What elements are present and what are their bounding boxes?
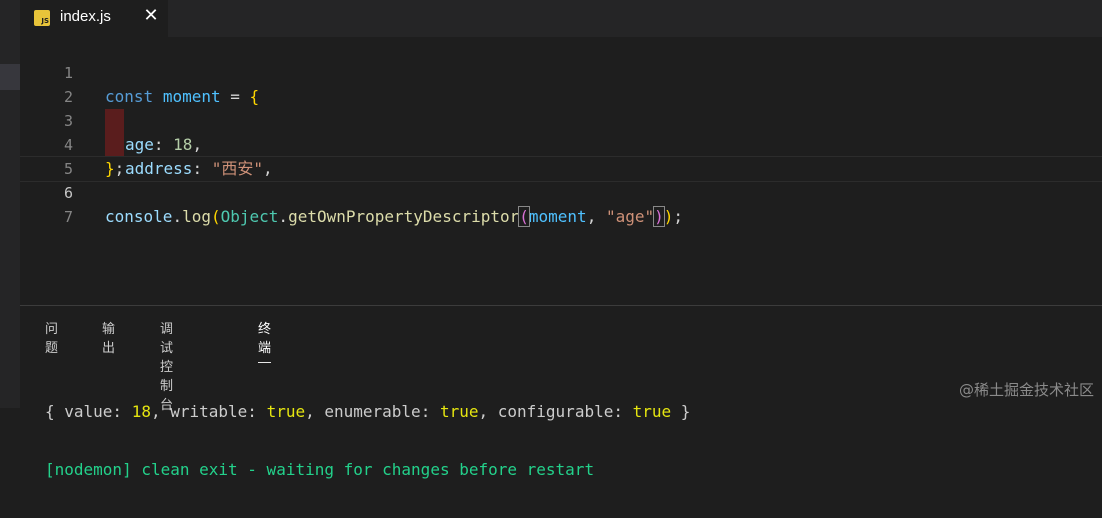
paren-close-2: ) bbox=[654, 207, 664, 226]
code-line-3: 3 address: "西安", bbox=[20, 85, 1102, 109]
tab-problems[interactable]: 问题 bbox=[45, 318, 58, 362]
code-editor[interactable]: 1 const moment = { 2 age: 18, 3 address:… bbox=[20, 37, 1102, 305]
result-key-value: value: bbox=[64, 402, 131, 421]
result-value-value: 18 bbox=[132, 402, 151, 421]
argument-separator: , bbox=[587, 207, 606, 226]
sidebar-edge bbox=[0, 0, 20, 408]
semicolon: ; bbox=[673, 207, 683, 226]
result-key-configurable: configurable: bbox=[498, 402, 633, 421]
dot: . bbox=[172, 207, 182, 226]
paren-open-2: ( bbox=[519, 207, 529, 226]
code-line-4: 4 }; bbox=[20, 109, 1102, 133]
result-comma: , bbox=[151, 402, 170, 421]
code-line-6: 6 console.log(Object.getOwnPropertyDescr… bbox=[20, 156, 1102, 182]
tab-terminal[interactable]: 终端 bbox=[258, 318, 271, 363]
result-key-writable: writable: bbox=[170, 402, 266, 421]
result-comma: , bbox=[478, 402, 497, 421]
function-log: log bbox=[182, 207, 211, 226]
paren-close-1: ) bbox=[664, 207, 674, 226]
terminal-output[interactable]: { value: 18, writable: true, enumerable:… bbox=[45, 364, 690, 518]
method-name: getOwnPropertyDescriptor bbox=[288, 207, 519, 226]
class-object: Object bbox=[221, 207, 279, 226]
result-value-configurable: true bbox=[633, 402, 672, 421]
argument-moment: moment bbox=[529, 207, 587, 226]
bottom-panel: 问题 输出 调试控制台 终端 { value: 18, writable: tr… bbox=[20, 305, 1102, 408]
code-line-7: 7 bbox=[20, 181, 1102, 205]
result-close: } bbox=[671, 402, 690, 421]
line-number: 7 bbox=[20, 205, 73, 229]
terminal-line-result: { value: 18, writable: true, enumerable:… bbox=[45, 402, 690, 422]
code-line-5: 5 bbox=[20, 133, 1102, 157]
identifier-console: console bbox=[105, 207, 172, 226]
sidebar-selection-marker bbox=[0, 64, 20, 90]
editor-tab-bar: JS index.js ✕ bbox=[20, 0, 1102, 37]
code-line-1: 1 const moment = { bbox=[20, 37, 1102, 61]
code-line-2: 2 age: 18, bbox=[20, 61, 1102, 85]
tab-output[interactable]: 输出 bbox=[102, 318, 115, 362]
watermark: @稀土掘金技术社区 bbox=[959, 379, 1094, 400]
result-comma: , bbox=[305, 402, 324, 421]
result-value-enumerable: true bbox=[440, 402, 479, 421]
tab-filename: index.js bbox=[60, 8, 111, 25]
javascript-file-icon: JS bbox=[34, 10, 50, 26]
paren-open-1: ( bbox=[211, 207, 221, 226]
terminal-line-nodemon: [nodemon] clean exit - waiting for chang… bbox=[45, 460, 690, 480]
close-icon[interactable]: ✕ bbox=[142, 5, 160, 27]
result-open: { bbox=[45, 402, 64, 421]
argument-string: "age" bbox=[606, 207, 654, 226]
result-key-enumerable: enumerable: bbox=[324, 402, 440, 421]
tab-index-js[interactable]: JS index.js ✕ bbox=[20, 0, 168, 37]
result-value-writable: true bbox=[267, 402, 306, 421]
dot: . bbox=[278, 207, 288, 226]
